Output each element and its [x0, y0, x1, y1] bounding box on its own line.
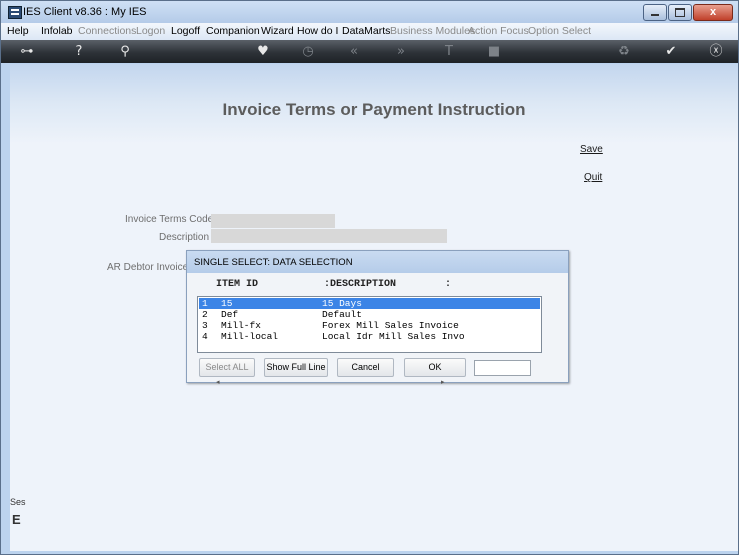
- row-item-id: 15: [221, 298, 233, 309]
- row-number: 4: [202, 331, 208, 342]
- horizontal-scrollbar[interactable]: ◂ ▸: [197, 378, 540, 387]
- menu-option-select[interactable]: Option Select: [528, 25, 591, 37]
- back-icon[interactable]: «: [346, 44, 362, 59]
- menu-action-focus[interactable]: Action Focus: [468, 25, 529, 37]
- row-number: 2: [202, 309, 208, 320]
- scroll-left-icon[interactable]: ◂: [216, 378, 220, 386]
- col-header-end: :: [445, 279, 452, 290]
- menu-help[interactable]: Help: [7, 25, 29, 37]
- menu-logon[interactable]: Logon: [136, 25, 165, 37]
- toolbar: ⊶ ? ⚲ ♥ ◷ « » T ■ ♻ ✔ ⓧ: [1, 40, 738, 63]
- invoice-terms-code-label: Invoice Terms Code: [125, 214, 214, 225]
- window-close-button[interactable]: [693, 4, 733, 21]
- menu-logoff[interactable]: Logoff: [171, 25, 200, 37]
- quit-link[interactable]: Quit: [584, 172, 602, 183]
- selection-list[interactable]: 1 15 15 Days 2 Def Default 3 Mill-fx For…: [197, 296, 542, 353]
- dialog-title: SINGLE SELECT: DATA SELECTION: [194, 257, 353, 268]
- app-window: IES Client v8.36 : My IES Help Infolab C…: [0, 0, 739, 555]
- row-description: 15 Days: [322, 298, 362, 309]
- minimize-button[interactable]: [643, 4, 667, 21]
- col-header-item-id: ITEM ID: [216, 279, 259, 290]
- save-link[interactable]: Save: [580, 144, 603, 155]
- scroll-right-icon[interactable]: ▸: [441, 378, 445, 386]
- row-description: Local Idr Mill Sales Invo: [322, 331, 465, 342]
- list-item[interactable]: 3 Mill-fx Forex Mill Sales Invoice: [199, 320, 540, 331]
- row-description: Forex Mill Sales Invoice: [322, 320, 459, 331]
- menu-infolab[interactable]: Infolab: [41, 25, 73, 37]
- row-description: Default: [322, 309, 362, 320]
- dialog-title-bar: SINGLE SELECT: DATA SELECTION: [187, 251, 568, 273]
- menu-bar: Help Infolab Connections Logon Logoff Co…: [1, 23, 738, 40]
- menu-wizard[interactable]: Wizard: [261, 25, 294, 37]
- menu-how-do-i[interactable]: How do I: [297, 25, 338, 37]
- row-number: 3: [202, 320, 208, 331]
- menu-business-modules[interactable]: Business Modules: [390, 25, 475, 37]
- stop-icon[interactable]: ■: [486, 44, 502, 59]
- recycle-icon[interactable]: ♻: [616, 44, 632, 59]
- side-fragment-ses: Ses: [10, 497, 26, 507]
- list-item[interactable]: 2 Def Default: [199, 309, 540, 320]
- title-bar: IES Client v8.36 : My IES: [1, 1, 738, 23]
- row-number: 1: [202, 298, 208, 309]
- menu-datamarts[interactable]: DataMarts: [342, 25, 390, 37]
- select-all-button[interactable]: Select ALL: [199, 358, 255, 377]
- app-icon: [8, 6, 22, 19]
- show-full-line-button[interactable]: Show Full Line: [264, 358, 328, 377]
- invoice-terms-code-field[interactable]: [211, 214, 335, 228]
- clock-icon[interactable]: ◷: [300, 44, 316, 59]
- single-select-dialog: SINGLE SELECT: DATA SELECTION ITEM ID :D…: [186, 250, 569, 386]
- close-icon[interactable]: ⓧ: [708, 44, 724, 59]
- maximize-button[interactable]: [668, 4, 692, 21]
- heart-icon[interactable]: ♥: [255, 44, 271, 59]
- description-label: Description: [159, 232, 210, 243]
- row-item-id: Mill-fx: [221, 320, 261, 331]
- text-icon[interactable]: T: [441, 44, 457, 59]
- list-item[interactable]: 1 15 15 Days: [199, 298, 540, 309]
- side-fragment-e: E: [12, 512, 21, 527]
- row-item-id: Def: [221, 309, 239, 320]
- window-title: IES Client v8.36 : My IES: [23, 6, 147, 18]
- check-icon[interactable]: ✔: [663, 44, 679, 59]
- forward-icon[interactable]: »: [393, 44, 409, 59]
- cancel-button[interactable]: Cancel: [337, 358, 394, 377]
- dialog-search-input[interactable]: [474, 360, 531, 376]
- help-icon[interactable]: ?: [71, 44, 87, 59]
- key-icon[interactable]: ⊶: [14, 44, 40, 59]
- search-icon[interactable]: ⚲: [117, 44, 133, 59]
- menu-companion[interactable]: Companion: [206, 25, 260, 37]
- col-header-description: :DESCRIPTION: [324, 279, 397, 290]
- list-item[interactable]: 4 Mill-local Local Idr Mill Sales Invo: [199, 331, 540, 342]
- description-field[interactable]: [211, 229, 447, 243]
- row-item-id: Mill-local: [221, 331, 279, 342]
- menu-connections[interactable]: Connections: [78, 25, 136, 37]
- ok-button[interactable]: OK: [404, 358, 466, 377]
- window-controls: [642, 4, 733, 21]
- page-title: Invoice Terms or Payment Instruction: [222, 100, 526, 119]
